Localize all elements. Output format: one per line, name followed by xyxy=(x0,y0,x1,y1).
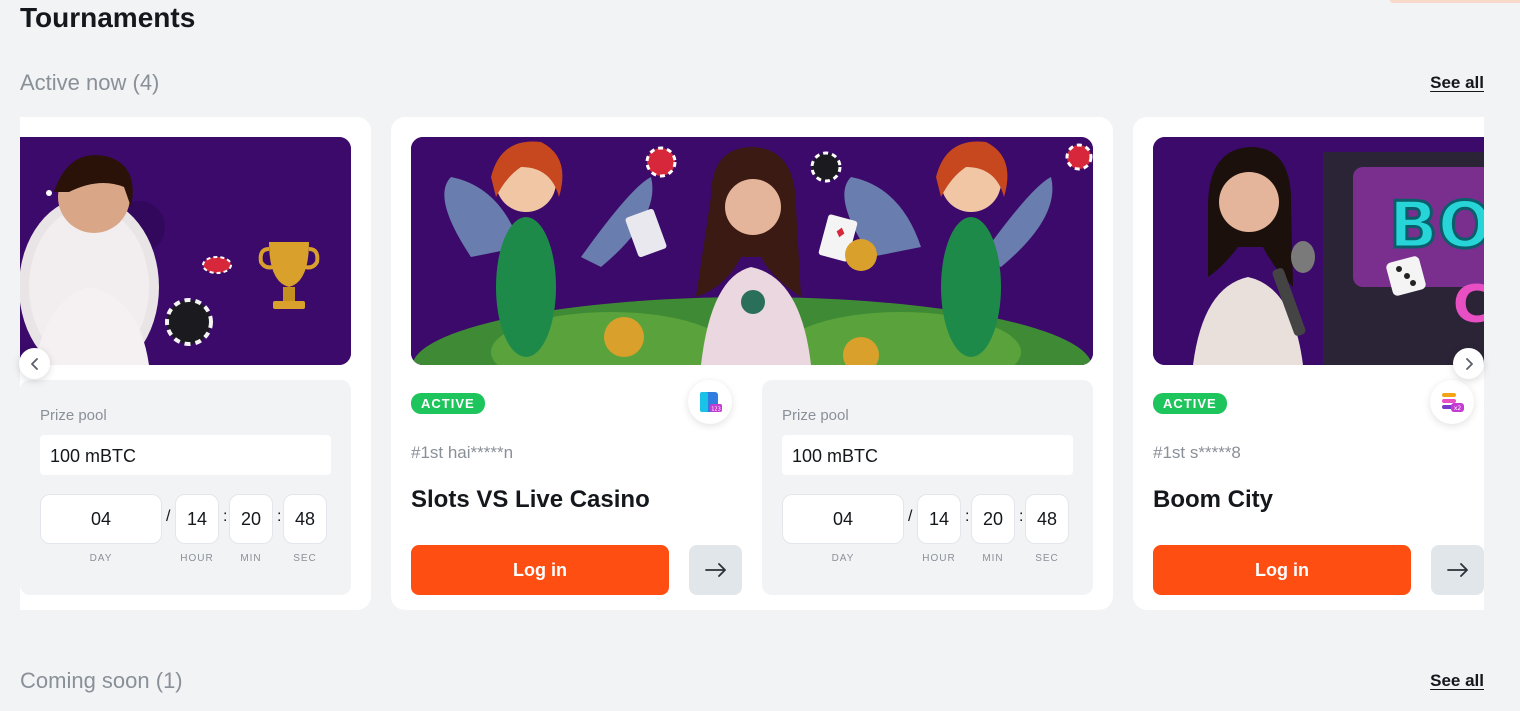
timer-hours: 14 xyxy=(175,494,219,544)
timer-separator: : xyxy=(965,508,970,525)
section-title-coming-soon: Coming soon (1) xyxy=(20,668,183,693)
tournament-carousel: Prize pool 100 mBTC 04 / 14 : 20 : 48 DA… xyxy=(20,117,1484,610)
details-button[interactable] xyxy=(1431,545,1484,595)
timer-minutes: 20 xyxy=(229,494,273,544)
prize-pool-panel: Prize pool 100 mBTC 04 / 14 : 20 : 48 DA… xyxy=(20,380,351,595)
timer-seconds: 48 xyxy=(1025,494,1069,544)
carousel-prev-button[interactable] xyxy=(19,348,50,379)
top-accent-bar xyxy=(1390,0,1520,3)
timer-separator: / xyxy=(166,508,171,525)
timer-days: 04 xyxy=(40,494,162,544)
chevron-left-icon xyxy=(30,357,38,370)
prize-pool-value: 100 mBTC xyxy=(782,435,1073,475)
leader-name: #1st hai*****n xyxy=(411,443,514,462)
svg-text:x2: x2 xyxy=(1454,405,1462,412)
timer-seconds: 48 xyxy=(283,494,327,544)
tournament-info: ACTIVE x2 #1st s*****8 Boom City Log in xyxy=(1153,380,1484,595)
leader-name: #1st s*****8 xyxy=(1153,443,1241,462)
ticket-icon: 123 xyxy=(688,380,732,424)
tournament-card: ACTIVE 123 #1st hai*****n Slots VS Live … xyxy=(391,117,1113,610)
section-header-active: Active now (4) See all xyxy=(20,70,1484,96)
tournament-card: Prize pool 100 mBTC 04 / 14 : 20 : 48 DA… xyxy=(20,117,371,610)
prize-pool-label: Prize pool xyxy=(782,407,849,424)
timer-days: 04 xyxy=(782,494,904,544)
svg-text:BO: BO xyxy=(1389,189,1484,263)
status-badge: ACTIVE xyxy=(1153,393,1227,414)
arrow-right-icon xyxy=(1446,563,1468,577)
svg-text:123: 123 xyxy=(711,407,721,413)
prize-pool-label: Prize pool xyxy=(40,407,107,424)
timer-hours: 14 xyxy=(917,494,961,544)
timer-separator: / xyxy=(908,508,913,525)
prize-pool-panel: Prize pool 100 mBTC 04 / 14 : 20 : 48 DA… xyxy=(762,380,1093,595)
timer-separator: : xyxy=(1019,508,1024,525)
timer-separator: : xyxy=(223,508,228,525)
tournament-name: Slots VS Live Casino xyxy=(411,486,650,513)
tournament-card: BO C ACTIVE x2 #1st s*****8 Boom City Lo… xyxy=(1133,117,1484,610)
tournament-banner-image xyxy=(411,137,1093,365)
timer-label-sec: SEC xyxy=(1035,553,1059,564)
timer-label-min: MIN xyxy=(240,553,262,564)
status-badge: ACTIVE xyxy=(411,393,485,414)
timer-label-min: MIN xyxy=(982,553,1004,564)
timer-label-hour: HOUR xyxy=(180,553,214,564)
details-button[interactable] xyxy=(689,545,742,595)
timer-label-sec: SEC xyxy=(293,553,317,564)
coin-stack-icon: x2 xyxy=(1430,380,1474,424)
tournament-info: ACTIVE 123 #1st hai*****n Slots VS Live … xyxy=(411,380,742,595)
timer-label-hour: HOUR xyxy=(922,553,956,564)
prize-pool-value: 100 mBTC xyxy=(40,435,331,475)
section-header-coming-soon: Coming soon (1) See all xyxy=(20,668,1484,694)
section-title-active: Active now (4) xyxy=(20,70,160,95)
see-all-link-active[interactable]: See all xyxy=(1430,73,1484,93)
chevron-right-icon xyxy=(1465,357,1473,370)
carousel-next-button[interactable] xyxy=(1453,348,1484,379)
timer-minutes: 20 xyxy=(971,494,1015,544)
arrow-right-icon xyxy=(704,563,726,577)
page-title: Tournaments xyxy=(20,2,196,33)
timer-label-day: DAY xyxy=(831,553,855,564)
tournament-banner-image: BO C xyxy=(1153,137,1484,365)
tournament-banner-image xyxy=(20,137,351,365)
see-all-link-coming-soon[interactable]: See all xyxy=(1430,671,1484,691)
tournament-name: Boom City xyxy=(1153,486,1273,513)
login-button[interactable]: Log in xyxy=(411,545,669,595)
timer-separator: : xyxy=(277,508,282,525)
login-button[interactable]: Log in xyxy=(1153,545,1411,595)
svg-text:C: C xyxy=(1453,275,1484,335)
timer-label-day: DAY xyxy=(89,553,113,564)
